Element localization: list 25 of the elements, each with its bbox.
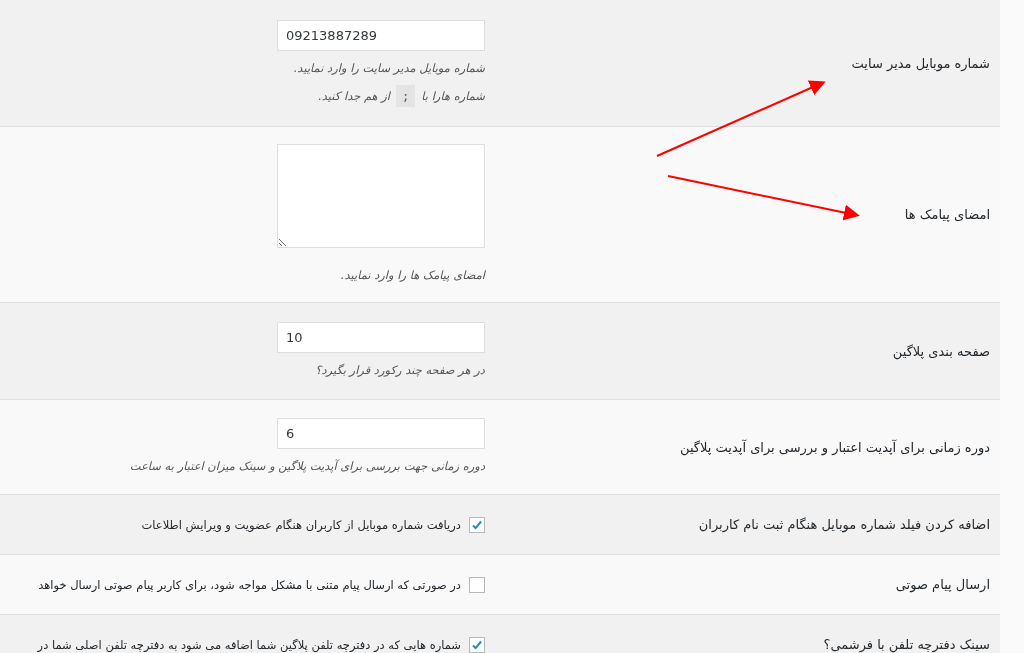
input-field[interactable]: 10 [277,321,485,353]
setting-label: اضافه کردن فیلد شماره موبایل هنگام ثبت نام کاربران [697,517,991,532]
setting-label: دوره زمانی برای آپدیت اعتبار و بررسی برای آپدیت پلاگین [679,439,991,455]
checkbox[interactable] [469,576,485,593]
setting-label: شماره موبایل مدیر سایت [850,55,991,71]
checkbox-label: دریافت شماره موبایل از کاربران هنگام عضویت و ویرایش اطلاعات [141,517,461,532]
setting-label: سینک دفترچه تلفن با فرشمی؟ [822,637,991,652]
input-field[interactable]: 09213887289 [277,19,485,51]
setting-label: صفحه بندی پلاگین [891,343,991,359]
checkbox[interactable] [469,636,485,653]
field-hint: امضای پیامک ها را وارد نمایید. [340,266,485,284]
setting-label: امضای پیامک ها [903,207,991,222]
input-field[interactable]: 6 [277,417,485,449]
checkbox[interactable] [469,516,485,533]
setting-label: ارسال پیام صوتی [894,577,991,592]
field-hint: در هر صفحه چند رکورد قرار بگیرد؟ [315,361,485,379]
code-snippet: ; [396,84,416,107]
check-icon [471,518,483,531]
field-hint: از هم جدا کنید. [318,87,391,105]
checkbox-label: در صورتی که ارسال پیام متنی با مشکل مواجه شود، برای کاربر پیام صوتی ارسال خواهد [38,577,461,592]
field-hint: دوره زمانی جهت بررسی برای آپدیت پلاگین و سینک میزان اعتبار به ساعت [129,457,485,475]
field-hint: شماره موبایل مدیر سایت را وارد نمایید. [293,59,485,77]
check-icon [471,638,483,651]
field-hint: شماره هارا با [421,87,485,105]
checkbox-label: شماره هایی که در دفترچه تلفن پلاگین شما اضافه می شود به دفترچه تلفن اصلی شما در [37,637,461,652]
